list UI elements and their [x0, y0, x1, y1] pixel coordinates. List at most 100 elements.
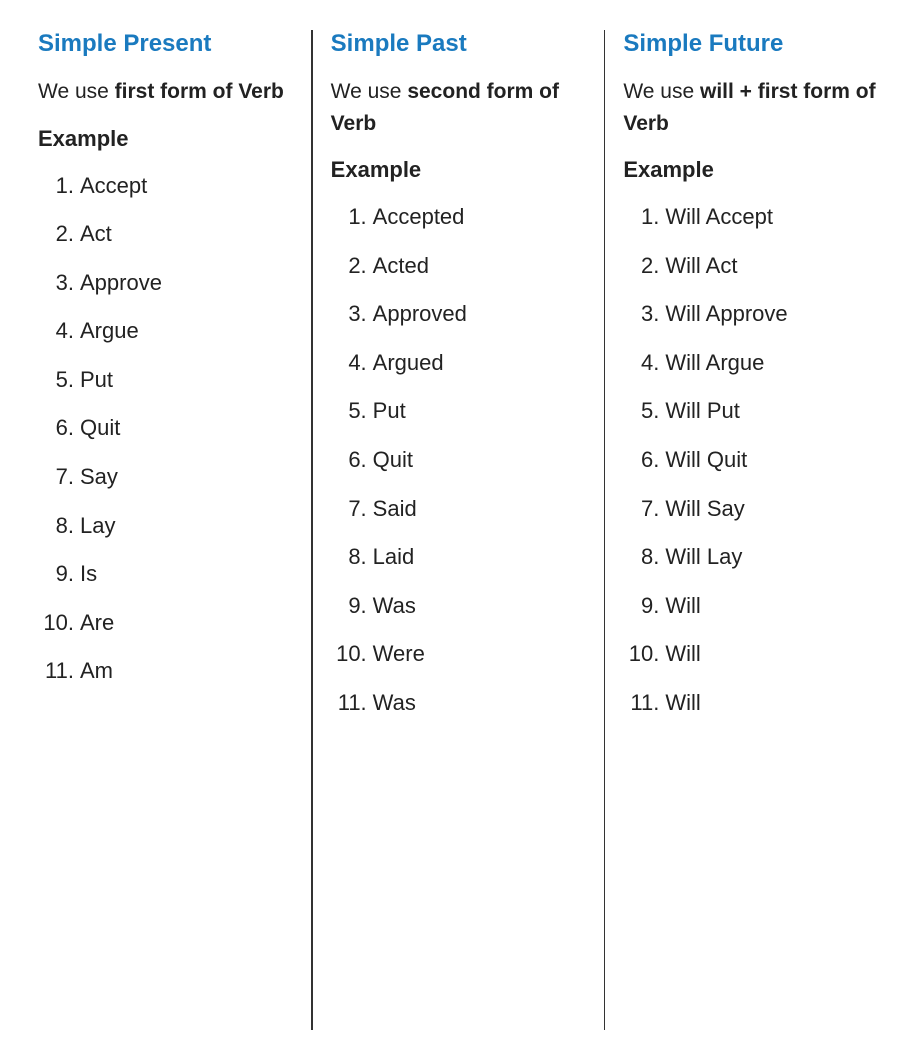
list-number: 11.	[38, 657, 74, 686]
list-number: 9.	[623, 592, 659, 621]
list-item: 1.Accepted	[331, 193, 588, 242]
list-number: 6.	[623, 446, 659, 475]
simple-past-header: Simple Past	[331, 30, 588, 58]
list-item: 5.Put	[38, 356, 295, 405]
list-text: Will	[665, 592, 700, 621]
list-item: 2.Will Act	[623, 242, 880, 291]
list-text: Was	[373, 689, 416, 718]
list-item: 7.Said	[331, 485, 588, 534]
list-item: 8.Will Lay	[623, 533, 880, 582]
list-number: 4.	[38, 317, 74, 346]
list-number: 8.	[331, 543, 367, 572]
list-text: Will Quit	[665, 446, 747, 475]
list-item: 1.Will Accept	[623, 193, 880, 242]
list-item: 3.Approved	[331, 290, 588, 339]
list-text: Lay	[80, 512, 115, 541]
list-text: Will Lay	[665, 543, 742, 572]
column-simple-present: Simple Present We use first form of Verb E…	[20, 30, 313, 1030]
column-simple-past: Simple PastWe use second form of VerbExa…	[313, 30, 606, 1030]
list-number: 2.	[623, 252, 659, 281]
list-number: 5.	[38, 366, 74, 395]
list-item: 4.Argue	[38, 307, 295, 356]
list-item: 9.Was	[331, 582, 588, 631]
list-text: Approved	[373, 300, 467, 329]
list-text: Argue	[80, 317, 139, 346]
list-number: 6.	[331, 446, 367, 475]
simple-future-header: Simple Future	[623, 30, 880, 58]
list-number: 4.	[331, 349, 367, 378]
list-number: 10.	[38, 609, 74, 638]
list-text: Will Approve	[665, 300, 787, 329]
list-number: 3.	[331, 300, 367, 329]
list-item: 2.Act	[38, 210, 295, 259]
list-text: Will Act	[665, 252, 737, 281]
list-number: 10.	[331, 640, 367, 669]
list-number: 9.	[38, 560, 74, 589]
list-text: Quit	[373, 446, 413, 475]
simple-present-header: Simple Present	[38, 30, 295, 58]
list-number: 9.	[331, 592, 367, 621]
list-number: 1.	[623, 203, 659, 232]
list-item: 7.Say	[38, 453, 295, 502]
list-item: 6.Quit	[38, 404, 295, 453]
list-item: 10.Were	[331, 630, 588, 679]
list-item: 11.Will	[623, 679, 880, 728]
list-text: Will Argue	[665, 349, 764, 378]
list-text: Will	[665, 640, 700, 669]
main-table: Simple Present We use first form of Verb E…	[0, 0, 918, 1060]
list-item: 7.Will Say	[623, 485, 880, 534]
list-text: Will Say	[665, 495, 744, 524]
list-text: Will	[665, 689, 700, 718]
list-item: 5.Will Put	[623, 387, 880, 436]
list-text: Acted	[373, 252, 429, 281]
list-number: 7.	[331, 495, 367, 524]
list-item: 8.Laid	[331, 533, 588, 582]
list-text: Will Put	[665, 397, 740, 426]
simple-past-description: We use second form of Verb	[331, 76, 588, 139]
list-number: 6.	[38, 414, 74, 443]
list-number: 7.	[38, 463, 74, 492]
list-item: 2.Acted	[331, 242, 588, 291]
list-item: 9.Is	[38, 550, 295, 599]
list-text: Argued	[373, 349, 444, 378]
list-text: Put	[80, 366, 113, 395]
list-number: 11.	[331, 689, 367, 718]
simple-present-example-label: Example	[38, 126, 295, 152]
simple-future-example-label: Example	[623, 157, 880, 183]
list-item: 6.Will Quit	[623, 436, 880, 485]
list-item: 11.Was	[331, 679, 588, 728]
simple-present-description: We use first form of Verb	[38, 76, 295, 108]
list-item: 4.Argued	[331, 339, 588, 388]
list-text: Accepted	[373, 203, 465, 232]
list-text: Am	[80, 657, 113, 686]
list-item: 6.Quit	[331, 436, 588, 485]
list-text: Approve	[80, 269, 162, 298]
list-number: 3.	[623, 300, 659, 329]
simple-future-description: We use will + first form of Verb	[623, 76, 880, 139]
list-number: 1.	[38, 172, 74, 201]
list-text: Accept	[80, 172, 147, 201]
list-number: 8.	[623, 543, 659, 572]
list-item: 1.Accept	[38, 162, 295, 211]
list-item: 4.Will Argue	[623, 339, 880, 388]
list-text: Was	[373, 592, 416, 621]
list-number: 4.	[623, 349, 659, 378]
list-item: 3.Will Approve	[623, 290, 880, 339]
list-text: Were	[373, 640, 425, 669]
list-number: 5.	[623, 397, 659, 426]
list-number: 1.	[331, 203, 367, 232]
list-text: Will Accept	[665, 203, 773, 232]
list-item: 9.Will	[623, 582, 880, 631]
list-text: Quit	[80, 414, 120, 443]
list-text: Are	[80, 609, 114, 638]
list-text: Is	[80, 560, 97, 589]
list-text: Put	[373, 397, 406, 426]
list-text: Act	[80, 220, 112, 249]
list-number: 2.	[331, 252, 367, 281]
list-number: 8.	[38, 512, 74, 541]
list-text: Laid	[373, 543, 415, 572]
list-item: 10.Are	[38, 599, 295, 648]
list-number: 11.	[623, 689, 659, 718]
list-item: 11.Am	[38, 647, 295, 696]
list-text: Say	[80, 463, 118, 492]
